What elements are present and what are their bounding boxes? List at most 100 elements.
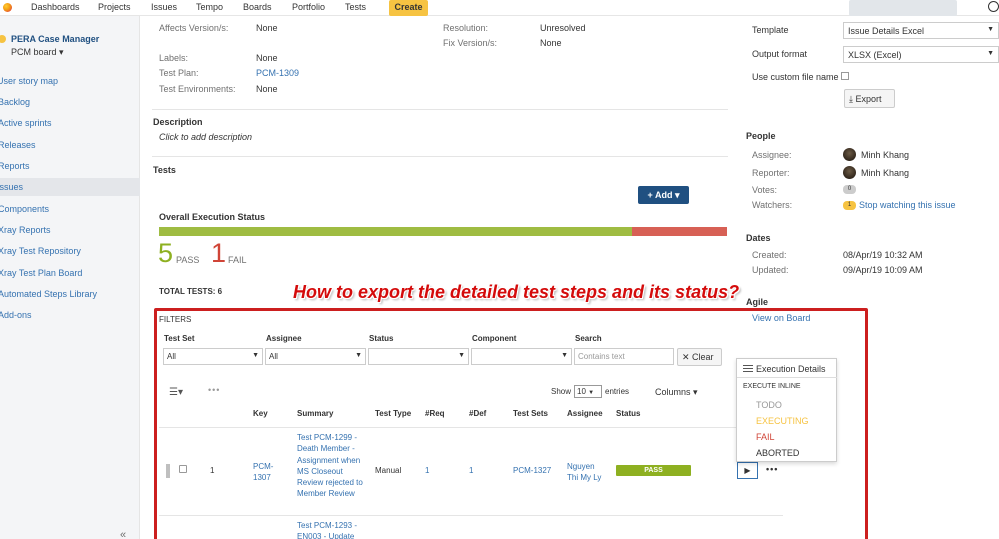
columns-button[interactable]: Columns ▾ (655, 387, 698, 398)
row-key-link[interactable]: PCM-1307 (253, 461, 283, 483)
nav-dashboards[interactable]: Dashboards (31, 2, 80, 12)
execute-play-button[interactable]: ▶ (737, 462, 758, 479)
fail-label: FAIL (228, 255, 247, 265)
sidebar-item-issues[interactable]: Issues (0, 178, 140, 196)
watchers-label: Watchers: (752, 200, 793, 210)
output-format-select[interactable]: XLSX (Excel) ▼ (843, 46, 999, 63)
sidebar-item-add-ons[interactable]: Add-ons (0, 306, 138, 324)
custom-file-name-checkbox[interactable] (841, 72, 849, 80)
nav-tests[interactable]: Tests (345, 2, 366, 12)
help-icon[interactable] (988, 1, 999, 12)
row-req-link[interactable]: 1 (425, 466, 429, 475)
row-test-type: Manual (375, 466, 402, 475)
assignee-select[interactable]: All ▼ (265, 348, 366, 365)
sidebar-item-xray-test-repository[interactable]: Xray Test Repository (0, 242, 138, 260)
sidebar-item-automated-steps-library[interactable]: Automated Steps Library (0, 285, 138, 303)
nav-tempo[interactable]: Tempo (196, 2, 223, 12)
sidebar-item-releases[interactable]: Releases (0, 136, 138, 154)
row-def-link[interactable]: 1 (469, 466, 473, 475)
row-summary-link[interactable]: Test PCM-1299 - Death Member - Assignmen… (297, 432, 365, 500)
export-label: Export (855, 94, 882, 104)
row-assignee-link[interactable]: Nguyen Thi My Ly (567, 461, 607, 483)
test-set-select[interactable]: All ▼ (163, 348, 263, 365)
sidebar-item-backlog[interactable]: Backlog (0, 93, 138, 111)
column-header-summary[interactable]: Summary (297, 409, 333, 418)
people-heading: People (746, 131, 776, 141)
votes-count[interactable]: 0 (843, 185, 856, 194)
nav-portfolio[interactable]: Portfolio (292, 2, 325, 12)
stop-watching-link[interactable]: Stop watching this issue (859, 200, 956, 210)
sidebar-item-reports[interactable]: Reports (0, 157, 138, 175)
chevron-down-icon: ▼ (252, 352, 259, 359)
description-placeholder[interactable]: Click to add description (159, 132, 252, 142)
row-actions-icon[interactable]: ••• (766, 464, 778, 474)
row-checkbox[interactable] (179, 465, 187, 473)
entries-label: entries (605, 387, 630, 396)
assignee-value[interactable]: Minh Khang (861, 150, 909, 160)
nav-issues[interactable]: Issues (151, 2, 177, 12)
assignee-filter-label: Assignee (266, 334, 302, 343)
collapse-sidebar-icon[interactable]: « (120, 529, 126, 539)
page-size-select[interactable]: 10 ▼ (574, 385, 602, 398)
menu-item-executing[interactable]: EXECUTING (756, 416, 809, 426)
sidebar-item-active-sprints[interactable]: Active sprints (0, 114, 138, 132)
row-test-set-link[interactable]: PCM-1327 (513, 466, 551, 475)
sidebar-item-xray-test-plan-board[interactable]: Xray Test Plan Board (0, 264, 138, 282)
status-select[interactable]: ▼ (368, 348, 469, 365)
chevron-down-icon: ▼ (987, 50, 994, 57)
column-header-test-sets[interactable]: Test Sets (513, 409, 548, 418)
nav-projects[interactable]: Projects (98, 2, 131, 12)
more-options-icon[interactable]: ••• (208, 385, 220, 395)
view-on-board-link[interactable]: View on Board (752, 313, 810, 323)
board-switcher[interactable]: PCM board ▾ (11, 47, 64, 58)
app-logo-icon[interactable] (3, 3, 12, 12)
create-button[interactable]: Create (389, 0, 428, 16)
watchers-count[interactable]: 1 (843, 201, 856, 210)
sidebar-item-components[interactable]: Components (0, 200, 138, 218)
column-header-key[interactable]: Key (253, 409, 268, 418)
column-header-def[interactable]: #Def (469, 409, 486, 418)
global-search-input[interactable] (849, 0, 957, 16)
search-input[interactable]: Contains text (574, 348, 674, 365)
status-badge: PASS (616, 465, 691, 476)
clear-button[interactable]: ✕ Clear (677, 348, 722, 366)
sidebar-item-xray-reports[interactable]: Xray Reports (0, 221, 138, 239)
list-view-icon[interactable]: ☰▾ (169, 387, 183, 398)
project-name[interactable]: PERA Case Manager (11, 34, 99, 44)
export-button[interactable]: ⤓ Export (844, 89, 895, 108)
add-test-button[interactable]: + Add ▾ (638, 186, 689, 204)
labels-value[interactable]: None (256, 53, 278, 63)
pass-label: PASS (176, 255, 200, 265)
page-size-value: 10 (577, 387, 586, 396)
drag-handle-icon[interactable] (166, 464, 170, 478)
template-select[interactable]: Issue Details Excel ▼ (843, 22, 999, 39)
nav-boards[interactable]: Boards (243, 2, 272, 12)
reporter-label: Reporter: (752, 168, 790, 178)
total-tests: TOTAL TESTS: 6 (159, 287, 223, 296)
test-environments-value[interactable]: None (256, 84, 278, 94)
assignee-avatar (843, 148, 856, 161)
reporter-value[interactable]: Minh Khang (861, 168, 909, 178)
row-rank: 1 (210, 466, 215, 475)
test-set-filter-label: Test Set (164, 334, 195, 343)
component-select[interactable]: ▼ (471, 348, 572, 365)
menu-item-todo[interactable]: TODO (756, 400, 782, 410)
assignee-select-value: All (269, 352, 278, 361)
row-summary-link[interactable]: Test PCM-1293 - EN003 - Update (297, 520, 365, 539)
column-header-req[interactable]: #Req (425, 409, 445, 418)
column-header-status[interactable]: Status (616, 409, 640, 418)
column-header-assignee[interactable]: Assignee (567, 409, 603, 418)
chevron-down-icon: ▼ (588, 390, 595, 396)
menu-item-aborted[interactable]: ABORTED (756, 448, 799, 458)
menu-item-fail[interactable]: FAIL (756, 432, 775, 442)
template-select-value: Issue Details Excel (848, 26, 925, 36)
test-plan-link[interactable]: PCM-1309 (256, 68, 299, 78)
test-environments-label: Test Environments: (159, 84, 236, 94)
sidebar-item-user-story-map[interactable]: User story map (0, 72, 137, 90)
test-set-select-value: All (167, 352, 176, 361)
affects-version-value: None (256, 23, 278, 33)
column-header-test-type[interactable]: Test Type (375, 409, 411, 418)
table-header-divider (159, 427, 783, 428)
execution-details-menu-item[interactable]: Execution Details (756, 364, 826, 374)
labels-label: Labels: (159, 53, 189, 63)
